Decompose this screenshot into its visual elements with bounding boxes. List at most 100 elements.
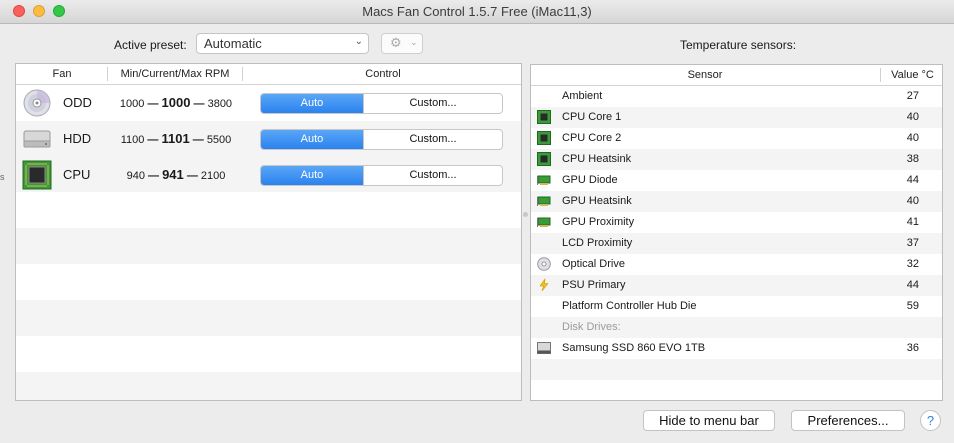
- ssd-drive-icon: [537, 341, 551, 355]
- sensor-name: GPU Diode: [562, 174, 618, 186]
- fan-table: Fan Min/Current/Max RPM Control ODD 1000…: [15, 63, 522, 401]
- sensor-name: Platform Controller Hub Die: [562, 300, 697, 312]
- active-preset-label: Active preset:: [114, 38, 187, 52]
- active-preset-select[interactable]: Automatic ⌄: [196, 33, 369, 54]
- sensor-row[interactable]: CPU Heatsink 38: [531, 149, 942, 170]
- optical-disc-icon: [23, 89, 51, 117]
- gear-icon: ⚙: [390, 35, 402, 50]
- sensor-table-header: Sensor Value °C: [531, 65, 942, 86]
- split-view-divider-handle[interactable]: [523, 212, 528, 217]
- sensor-value: 38: [906, 153, 919, 165]
- sensor-name: Samsung SSD 860 EVO 1TB: [562, 342, 706, 354]
- sensor-name: Optical Drive: [562, 258, 625, 270]
- fan-name: HDD: [63, 131, 92, 146]
- sensor-column-header[interactable]: Sensor: [531, 69, 879, 81]
- cpu-chip-icon: [537, 152, 551, 166]
- fan-row-odd[interactable]: ODD 1000 — 1000 — 3800 Auto Custom...: [16, 85, 521, 121]
- gpu-card-icon: [537, 194, 551, 208]
- sensor-row[interactable]: CPU Core 1 40: [531, 107, 942, 128]
- sensor-name: PSU Primary: [562, 279, 626, 291]
- group-label: Disk Drives:: [562, 321, 621, 333]
- sensor-row[interactable]: Ambient 27: [531, 86, 942, 107]
- edge-glyph: s: [0, 172, 5, 182]
- empty-row-stripe: [16, 372, 521, 400]
- sensor-name: CPU Heatsink: [562, 153, 632, 165]
- fan-name: CPU: [63, 167, 91, 182]
- fan-rpm-values: 940 — 941 — 2100: [126, 167, 226, 182]
- fan-max-rpm: 2100: [200, 170, 226, 182]
- fan-current-rpm: 1000: [161, 95, 191, 110]
- sensor-table: Sensor Value °C Ambient 27 CPU Core 1 40 CPU…: [530, 64, 943, 401]
- auto-button[interactable]: Auto: [261, 94, 363, 113]
- cpu-chip-icon: [22, 160, 52, 190]
- fan-min-rpm: 1000: [119, 98, 145, 110]
- hide-to-menu-bar-button[interactable]: Hide to menu bar: [643, 410, 775, 431]
- fan-control-segmented: Auto Custom...: [260, 165, 503, 186]
- value-column-header[interactable]: Value °C: [881, 69, 942, 81]
- sensor-name: Ambient: [562, 90, 603, 102]
- gpu-card-icon: [537, 215, 551, 229]
- sensor-value: 36: [906, 342, 919, 354]
- sensor-value: 40: [906, 132, 919, 144]
- fan-rpm-values: 1100 — 1101 — 5500: [120, 131, 232, 146]
- preset-settings-button[interactable]: ⚙ ⌄: [381, 33, 423, 54]
- sensor-row[interactable]: GPU Diode 44: [531, 170, 942, 191]
- empty-row-stripe: [16, 228, 521, 264]
- cpu-chip-icon: [537, 131, 551, 145]
- rpm-column-header[interactable]: Min/Current/Max RPM: [108, 68, 242, 80]
- fan-current-rpm: 1101: [161, 131, 190, 146]
- lightning-icon: [537, 277, 551, 292]
- sensor-name: GPU Heatsink: [562, 195, 632, 207]
- fan-rpm-values: 1000 — 1000 — 3800: [119, 95, 233, 110]
- fan-current-rpm: 941: [162, 167, 184, 182]
- fan-row-cpu[interactable]: CPU 940 — 941 — 2100 Auto Custom...: [16, 157, 521, 193]
- fan-column-header[interactable]: Fan: [16, 68, 108, 80]
- sensor-value: 59: [906, 300, 919, 312]
- sensor-row[interactable]: GPU Proximity 41: [531, 212, 942, 233]
- sensor-value: 37: [906, 237, 919, 249]
- hard-drive-icon: [23, 130, 51, 148]
- sensor-row[interactable]: CPU Core 2 40: [531, 128, 942, 149]
- empty-row-stripe: [531, 380, 942, 400]
- gpu-card-icon: [537, 173, 551, 187]
- disk-drives-group-row: Disk Drives:: [531, 317, 942, 338]
- sensor-name: LCD Proximity: [562, 237, 633, 249]
- title-bar: Macs Fan Control 1.5.7 Free (iMac11,3): [0, 0, 954, 24]
- sensor-value: 27: [906, 90, 919, 102]
- preferences-button[interactable]: Preferences...: [791, 410, 905, 431]
- active-preset-value: Automatic: [204, 36, 262, 51]
- auto-button[interactable]: Auto: [261, 130, 363, 149]
- sensor-value: 41: [906, 216, 919, 228]
- chevron-down-icon: ⌄: [354, 36, 363, 47]
- sensor-name: CPU Core 2: [562, 132, 622, 144]
- sensor-value: 44: [906, 174, 919, 186]
- temperature-sensors-title: Temperature sensors:: [680, 38, 797, 52]
- fan-table-header: Fan Min/Current/Max RPM Control: [16, 64, 521, 85]
- sensor-row[interactable]: LCD Proximity 37: [531, 233, 942, 254]
- window-title: Macs Fan Control 1.5.7 Free (iMac11,3): [362, 4, 592, 19]
- custom-button[interactable]: Custom...: [363, 130, 502, 149]
- custom-button[interactable]: Custom...: [363, 166, 502, 185]
- fan-control-segmented: Auto Custom...: [260, 93, 503, 114]
- chevron-down-icon: ⌄: [410, 37, 418, 47]
- sensor-row[interactable]: Samsung SSD 860 EVO 1TB 36: [531, 338, 942, 359]
- fan-max-rpm: 3800: [207, 98, 233, 110]
- help-button[interactable]: ?: [920, 410, 941, 431]
- sensor-name: GPU Proximity: [562, 216, 635, 228]
- custom-button[interactable]: Custom...: [363, 94, 502, 113]
- auto-button[interactable]: Auto: [261, 166, 363, 185]
- control-column-header[interactable]: Control: [243, 68, 521, 80]
- sensor-row[interactable]: GPU Heatsink 40: [531, 191, 942, 212]
- sensor-value: 44: [906, 279, 919, 291]
- sensor-name: CPU Core 1: [562, 111, 622, 123]
- sensor-row[interactable]: Optical Drive 32: [531, 254, 942, 275]
- sensor-row[interactable]: PSU Primary 44: [531, 275, 942, 296]
- sensor-row[interactable]: Platform Controller Hub Die 59: [531, 296, 942, 317]
- fan-min-rpm: 940: [126, 170, 145, 182]
- sensor-value: 40: [906, 111, 919, 123]
- optical-disc-icon: [537, 257, 551, 271]
- sensor-value: 40: [906, 195, 919, 207]
- fan-row-hdd[interactable]: HDD 1100 — 1101 — 5500 Auto Custom...: [16, 121, 521, 157]
- empty-row-stripe: [16, 300, 521, 336]
- fan-max-rpm: 5500: [206, 134, 232, 146]
